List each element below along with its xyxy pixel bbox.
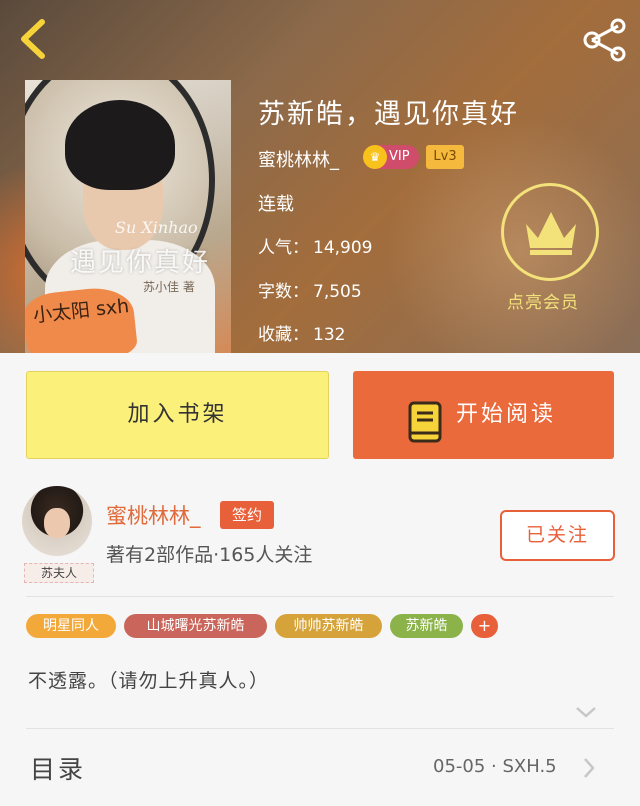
book-icon <box>408 393 442 481</box>
signed-badge: 签约 <box>220 501 274 529</box>
level-badge: Lv3 <box>426 145 464 169</box>
share-icon[interactable] <box>580 18 630 62</box>
stat-label: 人气： <box>258 238 309 258</box>
cover-figure-hair <box>65 100 175 190</box>
vip-promo-label[interactable]: 点亮会员 <box>507 288 579 313</box>
stat-value: 14,909 <box>313 238 373 258</box>
cover-script-text: Su Xinhao <box>115 218 198 237</box>
toc-latest-chapter[interactable]: 05-05 · SXH.5 <box>433 756 557 777</box>
avatar[interactable] <box>22 486 92 556</box>
author-card-stats: 著有2部作品·165人关注 <box>106 544 313 566</box>
vip-promo-button[interactable] <box>501 183 599 281</box>
vip-badge: ♛ VIP <box>363 145 419 169</box>
stat-word-count: 字数： 7,505 <box>258 277 362 302</box>
crown-icon <box>526 212 576 255</box>
back-arrow-icon[interactable] <box>14 16 54 62</box>
serial-status: 连载 <box>258 194 294 215</box>
start-reading-button[interactable]: 开始阅读 <box>353 371 614 459</box>
add-tag-button[interactable]: + <box>471 614 498 638</box>
chevron-right-icon[interactable] <box>582 757 596 783</box>
book-cover[interactable]: Su Xinhao 遇见你真好 苏小佳 著 小太阳 sxh <box>25 80 231 353</box>
vip-badge-label: VIP <box>389 149 410 164</box>
author-card-name[interactable]: 蜜桃林林_ <box>106 500 201 530</box>
vip-crown-icon: ♛ <box>363 145 387 169</box>
stat-value: 7,505 <box>313 282 362 302</box>
book-description: 不透露。（请勿上升真人。） <box>28 670 270 692</box>
cover-title-text: 遇见你真好 <box>70 248 211 278</box>
tag-chip[interactable]: 山城曙光苏新皓 <box>124 614 267 638</box>
book-title: 苏新皓，遇见你真好 <box>258 99 519 130</box>
stat-popularity: 人气： 14,909 <box>258 233 372 258</box>
chevron-down-icon[interactable] <box>575 704 597 723</box>
avatar-title-tag: 苏夫人 <box>24 563 94 583</box>
add-to-shelf-button[interactable]: 加入书架 <box>26 371 329 459</box>
tag-chip[interactable]: 明星同人 <box>26 614 116 638</box>
tag-chip[interactable]: 苏新皓 <box>390 614 463 638</box>
cover-author-text: 苏小佳 著 <box>143 280 195 294</box>
stat-label: 字数： <box>258 282 309 302</box>
stat-favorites: 收藏： 132 <box>258 320 345 345</box>
avatar-face <box>44 508 70 538</box>
book-header: Su Xinhao 遇见你真好 苏小佳 著 小太阳 sxh 苏新皓，遇见你真好 … <box>0 0 640 353</box>
author-name[interactable]: 蜜桃林林_ <box>258 146 339 172</box>
stat-value: 132 <box>313 325 346 345</box>
divider <box>26 596 614 597</box>
toc-label[interactable]: 目录 <box>30 750 86 786</box>
divider <box>26 728 614 729</box>
start-reading-label: 开始阅读 <box>456 402 557 427</box>
tag-chip[interactable]: 帅帅苏新皓 <box>275 614 382 638</box>
follow-button[interactable]: 已关注 <box>500 510 615 561</box>
stat-label: 收藏： <box>258 325 309 345</box>
